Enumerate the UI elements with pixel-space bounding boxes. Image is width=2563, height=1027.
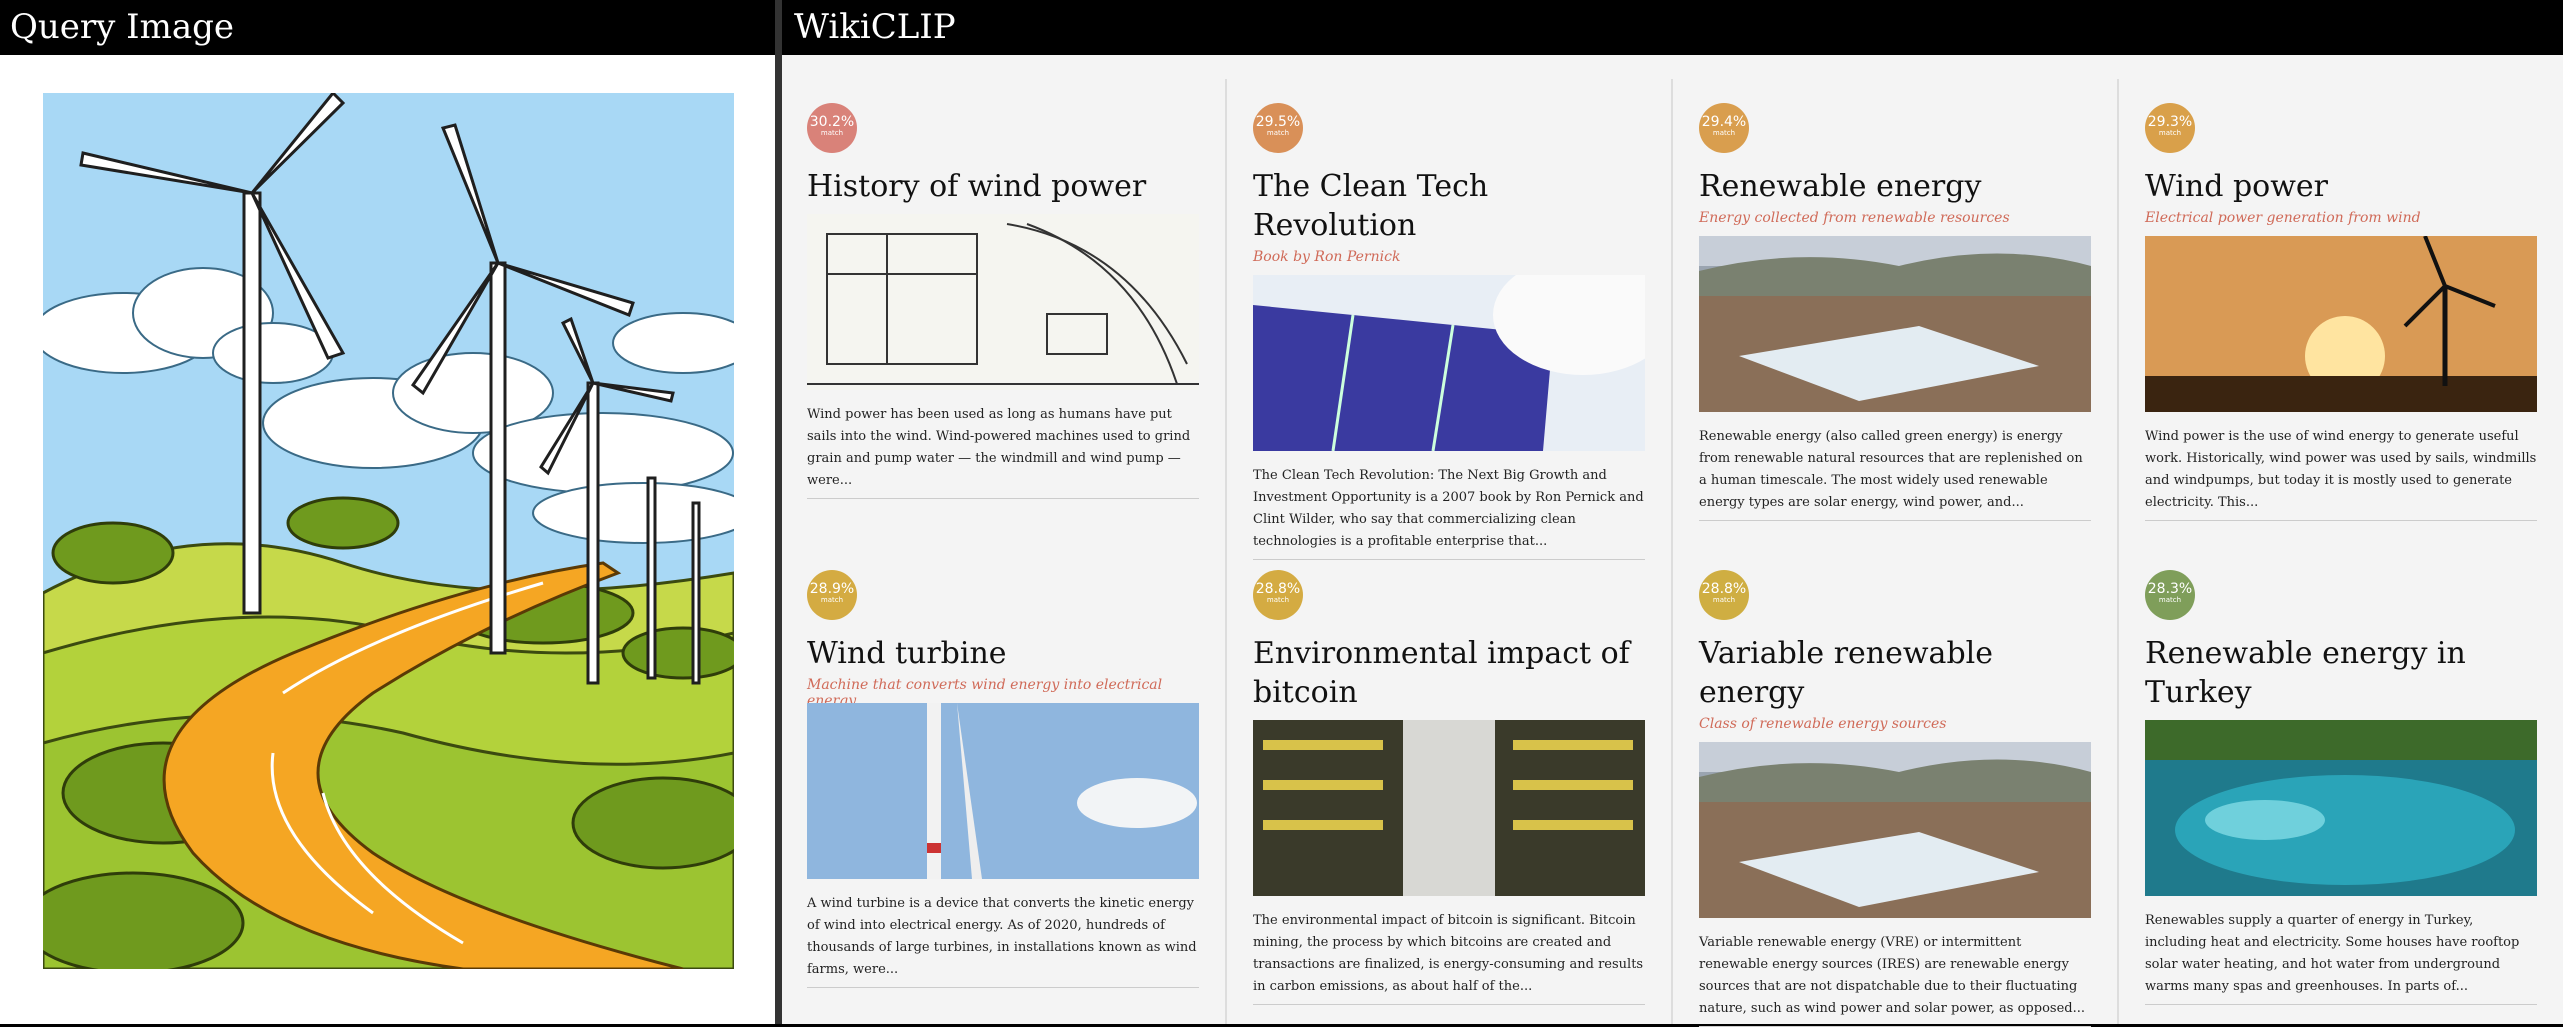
query-panel — [0, 0, 775, 1024]
match-label: match — [1712, 129, 1736, 137]
result-card[interactable]: 29.3% match Wind power Electrical power … — [2145, 103, 2537, 521]
card-divider — [2145, 520, 2537, 521]
result-card[interactable]: 28.8% match Variable renewable energy Cl… — [1699, 570, 2091, 1027]
left-header-title: Query Image — [10, 7, 234, 47]
result-card[interactable]: 29.5% match The Clean Tech Revolution Bo… — [1253, 103, 1645, 560]
result-card[interactable]: 28.8% match Environmental impact of bitc… — [1253, 570, 1645, 1005]
card-divider — [1253, 559, 1645, 560]
card-divider — [1699, 520, 2091, 521]
match-score: 29.5% — [1255, 114, 1301, 130]
result-title[interactable]: The Clean Tech Revolution — [1253, 167, 1645, 245]
card-divider — [2145, 1004, 2537, 1005]
match-label: match — [820, 129, 844, 137]
match-label: match — [2158, 596, 2182, 604]
result-card[interactable]: 28.9% match Wind turbine Machine that co… — [807, 570, 1199, 988]
match-score-badge: 29.3% match — [2145, 103, 2195, 153]
result-title[interactable]: History of wind power — [807, 167, 1199, 206]
result-card[interactable]: 30.2% match History of wind power Wind p… — [807, 103, 1199, 499]
result-card[interactable]: 29.4% match Renewable energy Energy coll… — [1699, 103, 2091, 521]
result-card[interactable]: 28.3% match Renewable energy in Turkey R… — [2145, 570, 2537, 1005]
match-label: match — [1266, 596, 1290, 604]
column-divider — [2117, 79, 2119, 1024]
result-description: Renewables supply a quarter of energy in… — [2145, 913, 2520, 994]
result-thumbnail-sunset-turbine[interactable] — [2145, 236, 2537, 412]
match-score-badge: 29.4% match — [1699, 103, 1749, 153]
match-label: match — [1712, 596, 1736, 604]
result-thumbnail-solar-farm[interactable] — [1699, 236, 2091, 412]
match-label: match — [2158, 129, 2182, 137]
result-description: Wind power is the use of wind energy to … — [2145, 429, 2537, 510]
match-score-badge: 28.9% match — [807, 570, 857, 620]
result-thumbnail-turbine-tower[interactable] — [807, 703, 1199, 879]
match-score: 29.3% — [2147, 114, 2193, 130]
result-subtitle: Book by Ron Pernick — [1253, 249, 1401, 265]
match-score: 28.9% — [809, 581, 855, 597]
query-image — [21, 90, 755, 975]
match-score: 28.8% — [1255, 581, 1301, 597]
match-score-badge: 30.2% match — [807, 103, 857, 153]
column-divider — [1671, 79, 1673, 1024]
match-score-badge: 28.3% match — [2145, 570, 2195, 620]
result-title[interactable]: Wind power — [2145, 167, 2537, 206]
match-score-badge: 28.8% match — [1699, 570, 1749, 620]
result-title[interactable]: Renewable energy in Turkey — [2145, 634, 2537, 712]
result-subtitle: Machine that converts wind energy into e… — [807, 677, 1163, 709]
match-label: match — [820, 596, 844, 604]
result-description: A wind turbine is a device that converts… — [807, 896, 1197, 977]
result-thumbnail-solar-farm[interactable] — [1699, 742, 2091, 918]
result-thumbnail-blueprint-drawing[interactable] — [807, 214, 1199, 390]
panel-divider[interactable] — [775, 0, 782, 1024]
result-title[interactable]: Variable renewable energy — [1699, 634, 2091, 712]
match-score: 30.2% — [809, 114, 855, 130]
match-label: match — [1266, 129, 1290, 137]
match-score: 28.3% — [2147, 581, 2193, 597]
left-header: Query Image — [0, 0, 775, 55]
result-title[interactable]: Renewable energy — [1699, 167, 2091, 206]
column-divider — [1225, 79, 1227, 1024]
result-description: The Clean Tech Revolution: The Next Big … — [1253, 468, 1644, 549]
result-description: Renewable energy (also called green ener… — [1699, 429, 2083, 510]
results-grid: 30.2% match History of wind power Wind p… — [782, 55, 2563, 1027]
match-score: 29.4% — [1701, 114, 1747, 130]
result-thumbnail-thermal-pool[interactable] — [2145, 720, 2537, 896]
result-thumbnail-mining-rigs[interactable] — [1253, 720, 1645, 896]
match-score-badge: 29.5% match — [1253, 103, 1303, 153]
result-thumbnail-solar-cell[interactable] — [1253, 275, 1645, 451]
card-divider — [1253, 1004, 1645, 1005]
right-header: WikiCLIP — [782, 0, 2563, 55]
result-title[interactable]: Environmental impact of bitcoin — [1253, 634, 1645, 712]
card-divider — [807, 498, 1199, 499]
result-subtitle: Energy collected from renewable resource… — [1699, 210, 2010, 226]
result-description: The environmental impact of bitcoin is s… — [1253, 913, 1644, 994]
right-header-title: WikiCLIP — [794, 7, 956, 47]
result-description: Wind power has been used as long as huma… — [807, 407, 1191, 488]
result-subtitle: Electrical power generation from wind — [2145, 210, 2421, 226]
match-score-badge: 28.8% match — [1253, 570, 1303, 620]
result-subtitle: Class of renewable energy sources — [1699, 716, 1947, 732]
result-title[interactable]: Wind turbine — [807, 634, 1199, 673]
match-score: 28.8% — [1701, 581, 1747, 597]
result-description: Variable renewable energy (VRE) or inter… — [1699, 935, 2085, 1016]
card-divider — [807, 987, 1199, 988]
